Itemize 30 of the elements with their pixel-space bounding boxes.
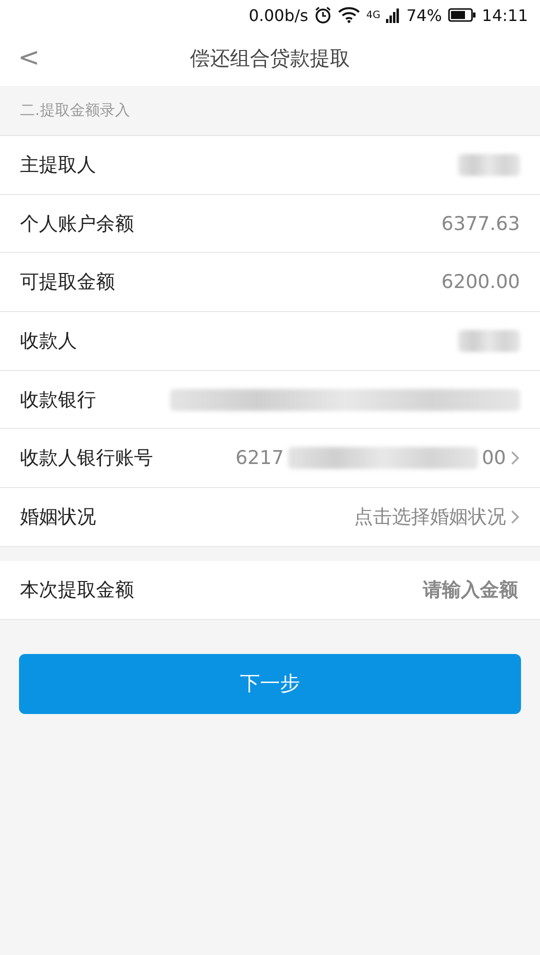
form-row[interactable]: 收款人银行账号 6217 00	[0, 429, 540, 488]
battery-icon	[448, 8, 476, 22]
chevron-icon	[510, 508, 520, 525]
blurred-value	[458, 330, 520, 352]
battery-percent: 74%	[406, 6, 442, 24]
network-speed: 0.00b/s	[248, 6, 308, 24]
signal-icon	[386, 7, 400, 23]
row-value: 6200.00	[441, 271, 520, 294]
row-label: 收款人	[20, 328, 77, 354]
row-label: 收款人银行账号	[20, 446, 153, 472]
amount-input[interactable]: 请输入金额	[320, 578, 520, 602]
row-label: 个人账户余额	[20, 212, 134, 237]
chevron-icon	[510, 450, 520, 466]
form-row[interactable]: 婚姻状况 点击选择婚姻状况	[0, 488, 540, 547]
row-label: 可提取金额	[20, 270, 115, 296]
back-button[interactable]: <	[0, 43, 58, 73]
row-label: 婚姻状况	[20, 504, 96, 530]
row-value: 00	[482, 447, 506, 470]
row-label: 主提取人	[20, 152, 96, 178]
row-label: 收款银行	[20, 388, 96, 413]
row-value: 点击选择婚姻状况	[354, 504, 506, 530]
row-value: 6217	[235, 447, 284, 470]
page-title: 偿还组合贷款提取	[190, 44, 350, 72]
alarm-icon	[314, 6, 332, 24]
wifi-icon	[338, 7, 360, 23]
blurred-value	[458, 154, 520, 176]
clock: 14:11	[482, 6, 528, 24]
row-label: 本次提取金额	[20, 578, 134, 603]
network-type: 4G	[366, 10, 380, 20]
row-value: 6377.63	[441, 212, 520, 235]
